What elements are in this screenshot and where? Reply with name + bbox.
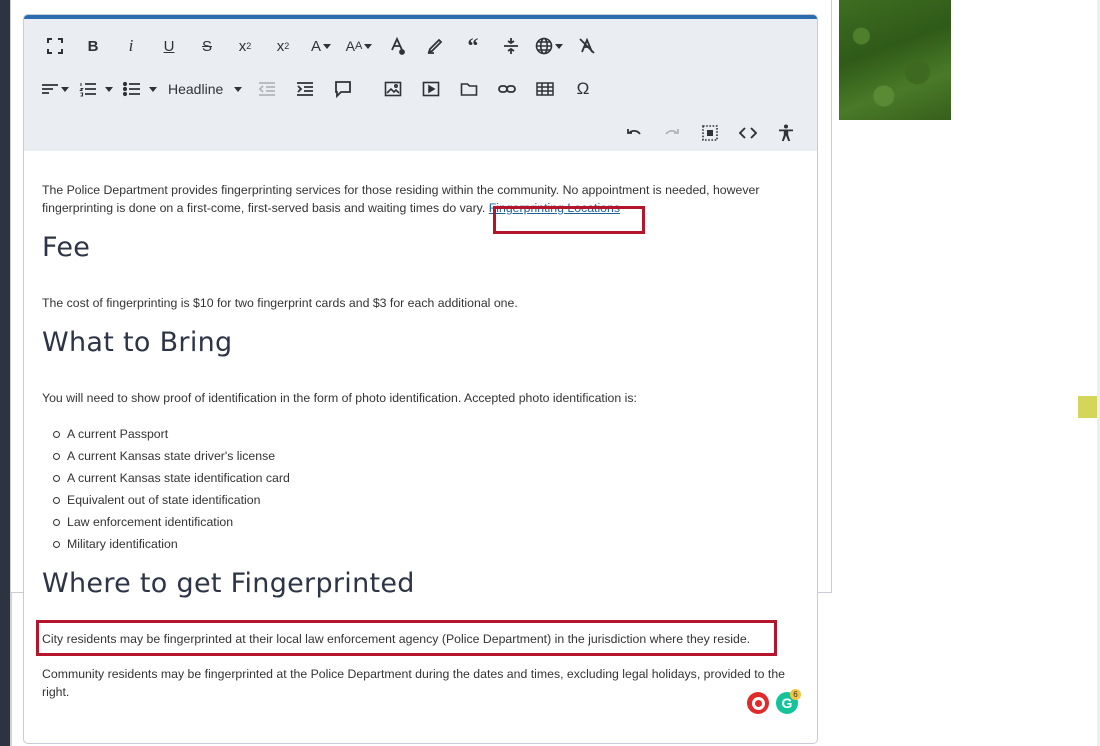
insert-file-icon[interactable]	[450, 74, 488, 104]
left-window-edge	[0, 0, 10, 746]
fee-heading: Fee	[42, 232, 91, 263]
code-view-icon[interactable]	[729, 118, 767, 148]
list-item: Equivalent out of state identification	[53, 489, 290, 511]
insert-video-icon[interactable]	[412, 74, 450, 104]
highlighter-icon[interactable]	[416, 31, 454, 61]
font-color-icon[interactable]: A	[302, 31, 340, 61]
special-characters-icon[interactable]: Ω	[564, 74, 602, 104]
editor-content-area[interactable]: The Police Department provides fingerpri…	[24, 151, 817, 743]
bold-icon[interactable]: B	[74, 31, 112, 61]
select-all-icon[interactable]	[691, 118, 729, 148]
list-item: Military identification	[53, 533, 290, 555]
community-residents-paragraph: Community residents may be fingerprinted…	[42, 667, 786, 699]
list-item: A current Passport	[53, 423, 290, 445]
subscript-icon[interactable]: x2	[226, 31, 264, 61]
fingerprinting-locations-link[interactable]: Fingerprinting Locations	[489, 201, 620, 215]
underline-icon[interactable]: U	[150, 31, 188, 61]
blockquote-icon[interactable]: “	[454, 31, 492, 61]
insert-table-icon[interactable]	[526, 74, 564, 104]
list-item: A current Kansas state driver's license	[53, 445, 290, 467]
unordered-list-icon[interactable]	[118, 74, 162, 104]
target-extension-icon[interactable]	[747, 692, 769, 714]
toolbar-row-1: B i U S x2 x2 A AA “	[36, 31, 606, 61]
globe-language-icon[interactable]	[530, 31, 568, 61]
paragraph-format-select[interactable]: Headline	[162, 74, 248, 104]
editor-toolbar: B i U S x2 x2 A AA “ Headline Ω	[24, 19, 817, 151]
accessibility-icon[interactable]	[767, 118, 805, 148]
list-item: Law enforcement identification	[53, 511, 290, 533]
background-color-icon[interactable]	[378, 31, 416, 61]
outdent-icon[interactable]	[248, 74, 286, 104]
chevron-down-icon	[234, 87, 242, 92]
align-icon[interactable]	[36, 74, 74, 104]
comment-icon[interactable]	[324, 74, 362, 104]
undo-icon[interactable]	[615, 118, 653, 148]
toolbar-row-2: Headline Ω	[36, 74, 602, 104]
grass-image	[839, 0, 951, 120]
where-to-get-fingerprinted-heading: Where to get Fingerprinted	[42, 568, 415, 599]
what-to-bring-paragraph: You will need to show proof of identific…	[42, 391, 637, 405]
insert-link-icon[interactable]	[488, 74, 526, 104]
intro-text: The Police Department provides fingerpri…	[42, 183, 760, 215]
paragraph-format-label: Headline	[168, 81, 224, 97]
intro-paragraph: The Police Department provides fingerpri…	[42, 181, 792, 217]
strikethrough-icon[interactable]: S	[188, 31, 226, 61]
identification-list: A current Passport A current Kansas stat…	[53, 423, 290, 555]
toolbar-row-3	[615, 118, 805, 148]
list-item: A current Kansas state identification ca…	[53, 467, 290, 489]
horizontal-rule-icon[interactable]	[492, 31, 530, 61]
indent-icon[interactable]	[286, 74, 324, 104]
insert-image-icon[interactable]	[374, 74, 412, 104]
clear-format-icon[interactable]	[568, 31, 606, 61]
redo-icon[interactable]	[653, 118, 691, 148]
italic-icon[interactable]: i	[112, 31, 150, 61]
superscript-icon[interactable]: x2	[264, 31, 302, 61]
grammarly-count-badge: 6	[790, 689, 801, 700]
fullscreen-icon[interactable]	[36, 31, 74, 61]
rich-text-editor[interactable]: B i U S x2 x2 A AA “ Headline Ω The Poli…	[23, 14, 818, 744]
ordered-list-icon[interactable]	[74, 74, 118, 104]
fee-paragraph: The cost of fingerprinting is $10 for tw…	[42, 296, 518, 310]
city-residents-paragraph: City residents may be fingerprinted at t…	[42, 632, 751, 646]
font-size-icon[interactable]: AA	[340, 31, 378, 61]
what-to-bring-heading: What to Bring	[42, 327, 233, 358]
